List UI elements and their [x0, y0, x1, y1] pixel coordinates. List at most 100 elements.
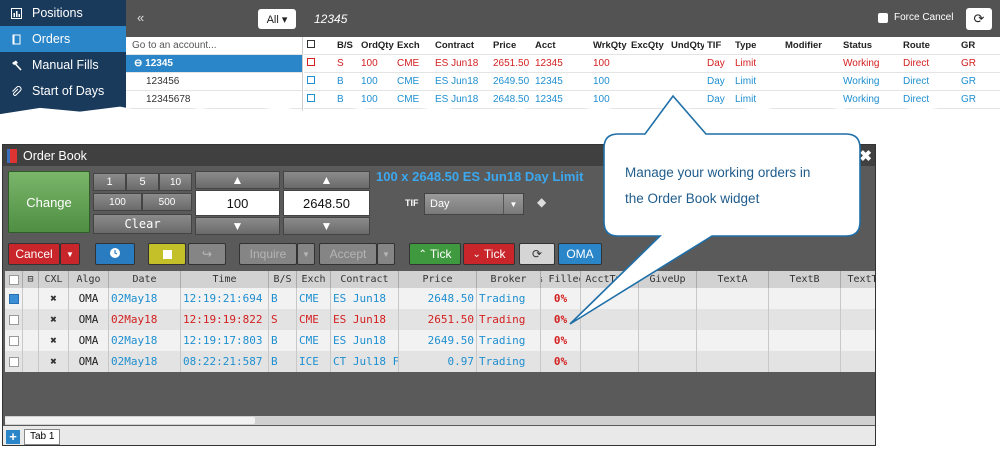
table-row[interactable]: ✖ OMA 02May18 12:19:21:694 B CME ES Jun18 2648.…: [5, 288, 875, 309]
row-checkbox[interactable]: [5, 309, 23, 330]
qty-button-1[interactable]: 1: [93, 173, 126, 191]
table-row[interactable]: B 100 CME ES Jun18 2648.50 12345 100 Day Limit Wo…: [304, 91, 1000, 109]
add-tab-button[interactable]: +: [6, 429, 20, 444]
cancel-button[interactable]: Cancel: [8, 243, 60, 265]
column-header[interactable]: B/S: [269, 271, 297, 288]
change-button[interactable]: Change: [8, 171, 90, 233]
accept-dropdown-button[interactable]: ▼: [377, 243, 395, 265]
account-item[interactable]: 12345678: [126, 91, 302, 109]
table-cell: 100: [361, 58, 378, 69]
tag-icon[interactable]: ◆: [537, 195, 546, 209]
algo-button[interactable]: OMA: [69, 330, 109, 351]
qty-button-10[interactable]: 10: [159, 173, 192, 191]
table-cell: Limit: [735, 58, 757, 69]
row-checkbox[interactable]: [5, 288, 23, 309]
orders-panel: Positions Orders Manual Fills Start of D…: [0, 0, 1000, 115]
inquire-button[interactable]: Inquire: [239, 243, 297, 265]
algo-button[interactable]: OMA: [69, 288, 109, 309]
table-row[interactable]: ✖ OMA 02May18 12:19:19:822 S CME ES Jun18 2651.…: [5, 309, 875, 330]
table-cell: [639, 351, 697, 372]
inquire-dropdown-button[interactable]: ▼: [297, 243, 315, 265]
row-checkbox[interactable]: [304, 94, 334, 105]
forward-button[interactable]: ↪: [188, 243, 226, 265]
row-checkbox[interactable]: [5, 330, 23, 351]
cancel-order-icon[interactable]: ✖: [39, 330, 69, 351]
select-all-checkbox[interactable]: [304, 40, 334, 51]
column-header[interactable]: Contract: [331, 271, 399, 288]
column-header[interactable]: TextA: [697, 271, 769, 288]
table-cell: 12:19:17:803: [181, 330, 269, 351]
hold-button[interactable]: [148, 243, 186, 265]
column-header[interactable]: TextB: [769, 271, 841, 288]
table-row[interactable]: ✖ OMA 02May18 12:19:17:803 B CME ES Jun18 2649.…: [5, 330, 875, 351]
algo-button[interactable]: OMA: [69, 309, 109, 330]
force-cancel-checkbox[interactable]: [878, 12, 888, 23]
table-cell: 02May18: [109, 309, 181, 330]
clear-button[interactable]: Clear: [93, 214, 192, 234]
cancel-order-icon[interactable]: ✖: [39, 309, 69, 330]
column-header[interactable]: % Filled: [541, 271, 581, 288]
column-header[interactable]: Broker: [477, 271, 541, 288]
select-all-checkbox[interactable]: [5, 271, 23, 288]
column-header[interactable]: Algo: [69, 271, 109, 288]
cancel-order-icon[interactable]: ✖: [39, 288, 69, 309]
collapse-all-icon[interactable]: ⊟: [23, 271, 39, 288]
qty-button-5[interactable]: 5: [126, 173, 159, 191]
column-header[interactable]: Price: [399, 271, 477, 288]
account-search-input[interactable]: Go to an account...: [126, 37, 302, 55]
table-cell: Day: [707, 58, 725, 69]
tif-select[interactable]: Day ▼: [424, 193, 524, 215]
table-row[interactable]: B 100 CME ES Jun18 2649.50 12345 100 Day Limit Wo…: [304, 73, 1000, 91]
collapse-icon[interactable]: «: [137, 10, 144, 25]
row-checkbox[interactable]: [304, 58, 334, 69]
cancel-dropdown-button[interactable]: ▼: [60, 243, 80, 265]
column-header[interactable]: Date: [109, 271, 181, 288]
horizontal-scrollbar[interactable]: [5, 416, 875, 425]
tick-up-button[interactable]: ⌃ Tick: [409, 243, 461, 265]
history-button[interactable]: [95, 243, 135, 265]
column-header[interactable]: Time: [181, 271, 269, 288]
column-header[interactable]: CXL: [39, 271, 69, 288]
nav-positions[interactable]: Positions: [0, 0, 126, 26]
qty-up-button[interactable]: ▲: [195, 171, 280, 189]
table-cell: [581, 309, 639, 330]
column-header[interactable]: TextTT: [841, 271, 875, 288]
tab-1[interactable]: Tab 1: [24, 428, 61, 445]
cancel-order-icon[interactable]: ✖: [39, 351, 69, 372]
table-row[interactable]: S 100 CME ES Jun18 2651.50 12345 100 Day Limit Wo…: [304, 55, 1000, 73]
account-item-selected[interactable]: ⊖ 12345: [126, 55, 302, 73]
oma-button[interactable]: OMA: [558, 243, 602, 265]
refresh-button[interactable]: ⟳: [966, 8, 992, 30]
column-header[interactable]: GiveUp: [639, 271, 697, 288]
account-item[interactable]: 123456: [126, 73, 302, 91]
column-header: Acct: [535, 40, 556, 51]
tick-down-button[interactable]: ⌄ Tick: [463, 243, 515, 265]
nav-orders[interactable]: Orders: [0, 26, 126, 52]
force-cancel-toggle[interactable]: Force Cancel: [878, 12, 953, 23]
qty-button-100[interactable]: 100: [93, 193, 142, 211]
close-icon[interactable]: ✖: [859, 147, 872, 165]
account-filter-dropdown[interactable]: All ▾: [258, 9, 296, 29]
table-row[interactable]: ✖ OMA 02May18 08:22:21:587 B ICE CT Jul18 F 0.9…: [5, 351, 875, 372]
algo-button[interactable]: OMA: [69, 351, 109, 372]
column-header[interactable]: Exch: [297, 271, 331, 288]
nav-start-of-days[interactable]: Start of Days: [0, 78, 126, 104]
qty-down-button[interactable]: ▼: [195, 217, 280, 235]
refresh-button[interactable]: ⟳: [519, 243, 555, 265]
price-input[interactable]: 2648.50: [283, 190, 370, 216]
account-list: Go to an account... ⊖ 12345 123456 12345…: [126, 37, 303, 115]
row-checkbox[interactable]: [5, 351, 23, 372]
column-header: WrkQty: [593, 40, 627, 51]
accept-button[interactable]: Accept: [319, 243, 377, 265]
scrollbar-thumb[interactable]: [5, 417, 255, 424]
grid-header: ⊟ CXL Algo Date Time B/S Exch Contract Price Brok…: [5, 271, 875, 288]
price-down-button[interactable]: ▼: [283, 217, 370, 235]
qty-input[interactable]: 100: [195, 190, 280, 216]
column-header[interactable]: AcctType: [581, 271, 639, 288]
chevron-down-icon: ⌄: [472, 248, 481, 260]
qty-button-500[interactable]: 500: [142, 193, 192, 211]
price-up-button[interactable]: ▲: [283, 171, 370, 189]
nav-manual-fills[interactable]: Manual Fills: [0, 52, 126, 78]
row-checkbox[interactable]: [304, 76, 334, 87]
table-cell: [841, 330, 875, 351]
